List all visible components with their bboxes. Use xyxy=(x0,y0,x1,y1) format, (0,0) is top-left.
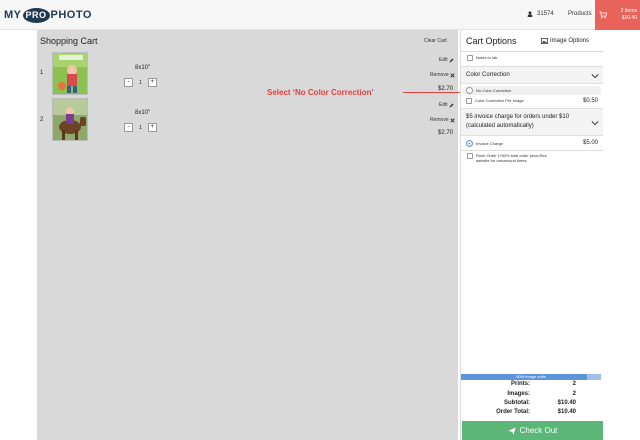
order-total-value: $10.40 xyxy=(557,409,576,415)
no-color-correction-radio[interactable] xyxy=(466,87,473,94)
close-icon xyxy=(450,117,455,123)
invoice-charge-price: $5.00 xyxy=(583,140,599,146)
product-thumbnail[interactable] xyxy=(52,52,88,95)
logo-pro: PRO xyxy=(22,7,50,23)
prints-summary-row: Prints: 2 xyxy=(470,381,576,387)
shopping-cart-title: Shopping Cart xyxy=(40,36,98,46)
prints-value: 2 xyxy=(572,381,576,387)
logo-my: MY xyxy=(4,9,22,21)
chevron-down-icon xyxy=(591,121,599,126)
invoice-charge-option[interactable]: Invoice Charge xyxy=(466,140,503,147)
invoice-charge-label: Invoice Charge xyxy=(476,141,503,146)
image-options-label: Image Options xyxy=(550,38,590,44)
invoice-charge-radio[interactable] xyxy=(466,140,473,147)
color-correction-per-image-checkbox[interactable] xyxy=(466,98,472,104)
remove-item-button[interactable]: Remove xyxy=(430,117,455,123)
decrease-quantity-button[interactable]: - xyxy=(124,123,133,132)
decrease-quantity-button[interactable]: - xyxy=(124,78,133,87)
divider xyxy=(461,150,603,151)
instruction-annotation: Select ‘No Color Correction’ xyxy=(267,88,374,97)
increase-quantity-button[interactable]: + xyxy=(147,78,157,87)
shopping-cart-icon xyxy=(599,11,607,19)
annotation-pointer-line xyxy=(403,92,461,93)
remove-label: Remove xyxy=(430,117,449,123)
color-correction-section-header[interactable]: Color Correction xyxy=(461,66,603,84)
subtotal-value: $10.40 xyxy=(557,400,576,406)
products-link[interactable]: Products xyxy=(568,11,592,17)
subtotal-summary-row: Subtotal: $10.40 xyxy=(470,400,576,406)
user-icon xyxy=(527,11,533,17)
quantity-value: 1 xyxy=(139,124,142,131)
product-thumbnail[interactable] xyxy=(52,98,88,141)
image-edits-progress-bar: 90% image edits xyxy=(461,374,601,380)
user-account-link[interactable]: 31574 xyxy=(527,11,554,17)
color-correction-per-image-option[interactable]: Color Correction Per Image xyxy=(466,98,524,104)
rush-order-checkbox[interactable] xyxy=(467,153,473,159)
rush-order-label: Rush Order (+50% total order price)See w… xyxy=(476,153,547,163)
pencil-icon xyxy=(449,103,454,107)
photo-thumbnail-icon xyxy=(53,99,87,140)
top-header: MY PRO PHOTO 31574 Products 2 Items $10.… xyxy=(0,0,640,30)
item-size: 8x10" xyxy=(135,110,151,116)
remove-label: Remove xyxy=(430,72,449,78)
image-icon xyxy=(541,38,548,44)
check-out-label: Check Out xyxy=(519,426,558,435)
images-label: Images: xyxy=(507,391,530,397)
item-price: $2.70 xyxy=(438,130,454,136)
quantity-stepper: - 1 + xyxy=(124,78,157,87)
images-summary-row: Images: 2 xyxy=(470,391,576,397)
check-out-button[interactable]: Check Out xyxy=(462,421,603,440)
pencil-icon xyxy=(449,58,454,62)
cart-options-title: Cart Options xyxy=(466,36,517,46)
remove-item-button[interactable]: Remove xyxy=(430,72,455,78)
item-number: 2 xyxy=(40,117,44,123)
item-size: 8x10" xyxy=(135,65,151,71)
order-total-summary-row: Order Total: $10.40 xyxy=(470,409,576,415)
invoice-title: $5 invoice charge for orders under $10 (… xyxy=(466,114,570,129)
edit-label: Edit xyxy=(439,102,448,108)
edit-item-button[interactable]: Edit xyxy=(439,102,454,108)
images-value: 2 xyxy=(572,391,576,397)
no-color-correction-label: No Color Correction xyxy=(476,88,512,93)
item-number: 1 xyxy=(40,70,44,76)
cart-total: $10.40 xyxy=(621,15,637,21)
color-correction-title: Color Correction xyxy=(466,72,510,78)
cart-summary-button[interactable]: 2 Items $10.40 xyxy=(595,0,640,30)
increase-quantity-button[interactable]: + xyxy=(147,123,157,132)
color-correction-price: $0.50 xyxy=(583,98,599,104)
notes-label: Notes to lab xyxy=(476,55,498,60)
notes-to-lab-option[interactable]: Notes to lab xyxy=(467,55,497,61)
order-total-label: Order Total: xyxy=(496,409,530,415)
myprophoto-logo[interactable]: MY PRO PHOTO xyxy=(4,7,92,23)
shopping-cart-panel xyxy=(37,30,458,440)
clear-cart-button[interactable]: Clear Cart xyxy=(424,38,447,44)
quantity-stepper: - 1 + xyxy=(124,123,157,132)
quantity-value: 1 xyxy=(139,79,142,86)
prints-label: Prints: xyxy=(510,381,530,387)
close-icon xyxy=(450,72,455,78)
chevron-down-icon xyxy=(591,74,599,79)
logo-photo: PHOTO xyxy=(50,9,92,21)
send-icon xyxy=(507,426,516,435)
subtotal-label: Subtotal: xyxy=(504,400,530,406)
edit-item-button[interactable]: Edit xyxy=(439,57,454,63)
no-color-correction-option[interactable]: No Color Correction xyxy=(466,87,511,94)
color-correction-per-image-label: Color Correction Per Image xyxy=(475,98,524,103)
invoice-section-header[interactable]: $5 invoice charge for orders under $10 (… xyxy=(461,108,603,136)
edit-label: Edit xyxy=(439,57,448,63)
rush-order-option[interactable]: Rush Order (+50% total order price)See w… xyxy=(467,153,548,163)
user-id: 31574 xyxy=(537,11,554,17)
progress-text: 90% image edits xyxy=(516,374,546,379)
notes-checkbox[interactable] xyxy=(467,55,473,61)
cart-item-count: 2 Items xyxy=(620,8,637,14)
image-options-button[interactable]: Image Options xyxy=(541,38,589,44)
photo-thumbnail-icon xyxy=(53,53,87,94)
divider xyxy=(461,51,603,52)
